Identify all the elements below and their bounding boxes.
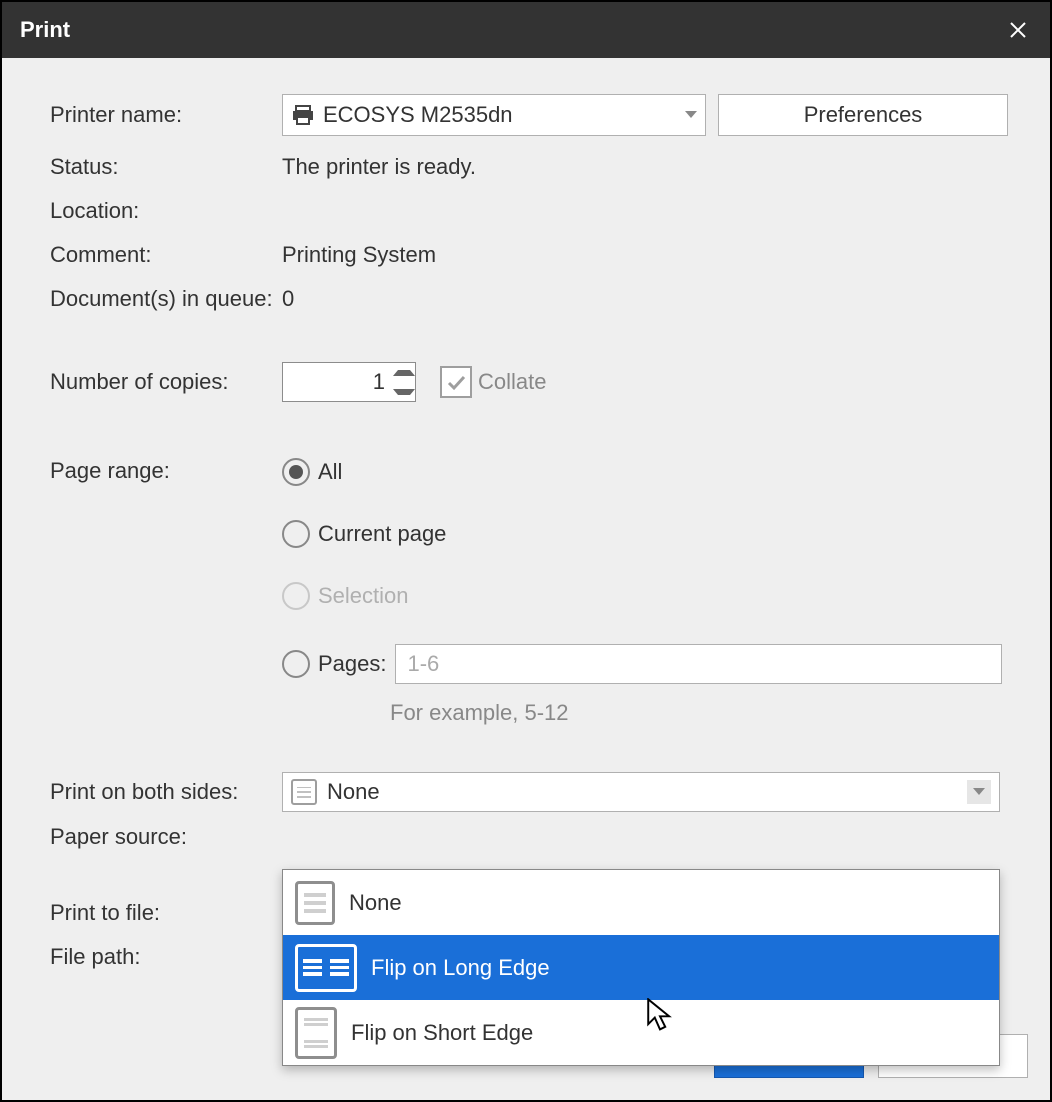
dialog-title: Print [20, 17, 70, 43]
comment-value: Printing System [282, 242, 1002, 268]
duplex-option-label: Flip on Short Edge [351, 1020, 533, 1046]
page-range-label: Page range: [50, 458, 282, 484]
printer-name-label: Printer name: [50, 102, 282, 128]
preferences-label: Preferences [804, 102, 923, 128]
comment-label: Comment: [50, 242, 282, 268]
collate-checkbox[interactable] [440, 366, 472, 398]
triangle-up-icon [393, 370, 415, 376]
pages-hint: For example, 5-12 [390, 700, 1002, 726]
print-to-file-label: Print to file: [50, 900, 282, 926]
duplex-none-icon [295, 881, 335, 925]
copies-label: Number of copies: [50, 369, 282, 395]
duplex-option-short-edge[interactable]: Flip on Short Edge [283, 1000, 999, 1065]
duplex-option-none[interactable]: None [283, 870, 999, 935]
radio-selection [282, 582, 310, 610]
radio-current [282, 520, 310, 548]
preferences-button[interactable]: Preferences [718, 94, 1008, 136]
cursor-icon [646, 998, 674, 1032]
radio-pages-label: Pages: [318, 651, 387, 677]
duplex-select[interactable]: None [282, 772, 1000, 812]
duplex-option-label: None [349, 890, 402, 916]
chevron-down-icon [967, 780, 991, 804]
duplex-short-edge-icon [295, 1007, 337, 1059]
radio-pages-row[interactable]: Pages: 1-6 [282, 644, 1002, 684]
check-icon [446, 372, 466, 392]
status-label: Status: [50, 154, 282, 180]
triangle-down-icon [393, 389, 415, 395]
duplex-current-value: None [327, 779, 380, 805]
spinner-up-button[interactable] [393, 363, 415, 382]
radio-all-label: All [318, 459, 342, 485]
radio-selection-label: Selection [318, 583, 409, 609]
close-button[interactable] [1002, 14, 1034, 46]
pages-input[interactable]: 1-6 [395, 644, 1003, 684]
radio-current-row[interactable]: Current page [282, 520, 1002, 548]
duplex-option-label: Flip on Long Edge [371, 955, 550, 981]
spinner-down-button[interactable] [393, 382, 415, 401]
location-label: Location: [50, 198, 282, 224]
duplex-dropdown: None Flip on Long Edge Flip on Short Edg… [282, 869, 1000, 1066]
queue-label: Document(s) in queue: [50, 286, 282, 312]
radio-current-label: Current page [318, 521, 446, 547]
print-dialog: Print Printer name: ECOSYS M2535dn [0, 0, 1052, 1102]
spinner-arrows [393, 363, 415, 401]
status-value: The printer is ready. [282, 154, 1002, 180]
radio-selection-row: Selection [282, 582, 1002, 610]
radio-all-row[interactable]: All [282, 458, 1002, 486]
titlebar: Print [2, 2, 1050, 58]
chevron-down-icon [685, 111, 697, 119]
radio-all [282, 458, 310, 486]
printer-name-value: ECOSYS M2535dn [323, 102, 513, 128]
duplex-label: Print on both sides: [50, 779, 282, 805]
duplex-none-icon [291, 779, 317, 805]
queue-value: 0 [282, 286, 1002, 312]
close-icon [1008, 20, 1028, 40]
dialog-content: Printer name: ECOSYS M2535dn Preferences [2, 58, 1050, 1100]
file-path-label: File path: [50, 944, 282, 970]
printer-name-select[interactable]: ECOSYS M2535dn [282, 94, 706, 136]
printer-icon [291, 103, 315, 127]
duplex-option-long-edge[interactable]: Flip on Long Edge [283, 935, 999, 1000]
collate-label: Collate [478, 369, 546, 395]
copies-spinner[interactable]: 1 [282, 362, 416, 402]
copies-value: 1 [283, 363, 393, 401]
duplex-long-edge-icon [295, 944, 357, 992]
radio-dot-icon [289, 465, 303, 479]
radio-pages [282, 650, 310, 678]
paper-source-label: Paper source: [50, 824, 282, 850]
